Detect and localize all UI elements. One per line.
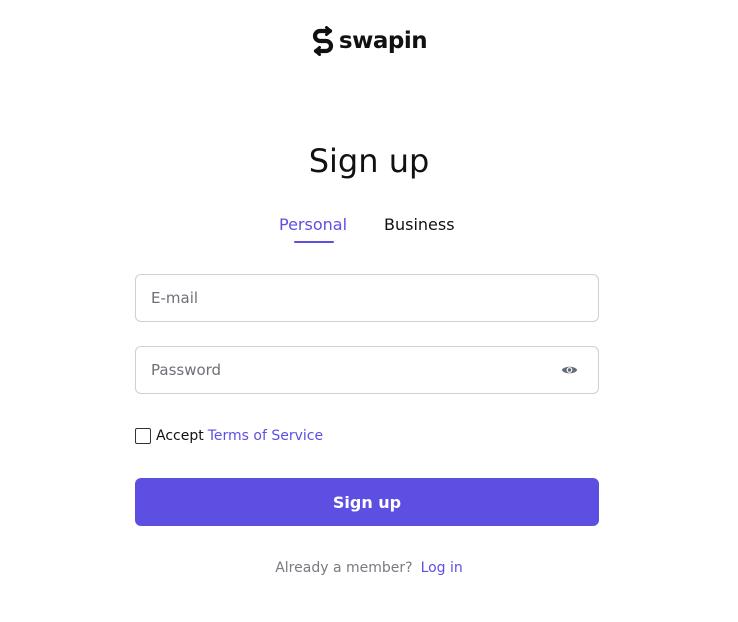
page-title: Sign up <box>308 142 430 180</box>
brand-logo[interactable]: swapin <box>0 26 738 56</box>
log-in-link[interactable]: Log in <box>421 558 463 578</box>
account-type-tabs: Personal Business <box>0 214 738 244</box>
swap-s-icon <box>311 26 335 56</box>
brand-name: swapin <box>338 28 428 54</box>
already-member-text: Already a member? <box>275 560 413 576</box>
terms-prefix: Accept <box>156 428 204 444</box>
eye-icon[interactable] <box>561 363 578 377</box>
email-input[interactable] <box>151 275 551 321</box>
terms-checkbox[interactable] <box>135 428 151 444</box>
tab-business[interactable]: Business <box>384 214 455 236</box>
terms-row: Accept Terms of Service <box>135 427 323 445</box>
sign-up-button[interactable]: Sign up <box>135 478 599 526</box>
email-field-container <box>135 274 599 322</box>
password-input[interactable] <box>151 347 551 393</box>
password-field-container <box>135 346 599 394</box>
login-prompt: Already a member? Log in <box>0 558 738 578</box>
terms-of-service-link[interactable]: Terms of Service <box>208 427 323 445</box>
tab-personal[interactable]: Personal <box>279 214 347 236</box>
active-tab-indicator <box>294 241 334 243</box>
signup-page: swapin Sign up Personal Business Accept … <box>0 0 738 622</box>
